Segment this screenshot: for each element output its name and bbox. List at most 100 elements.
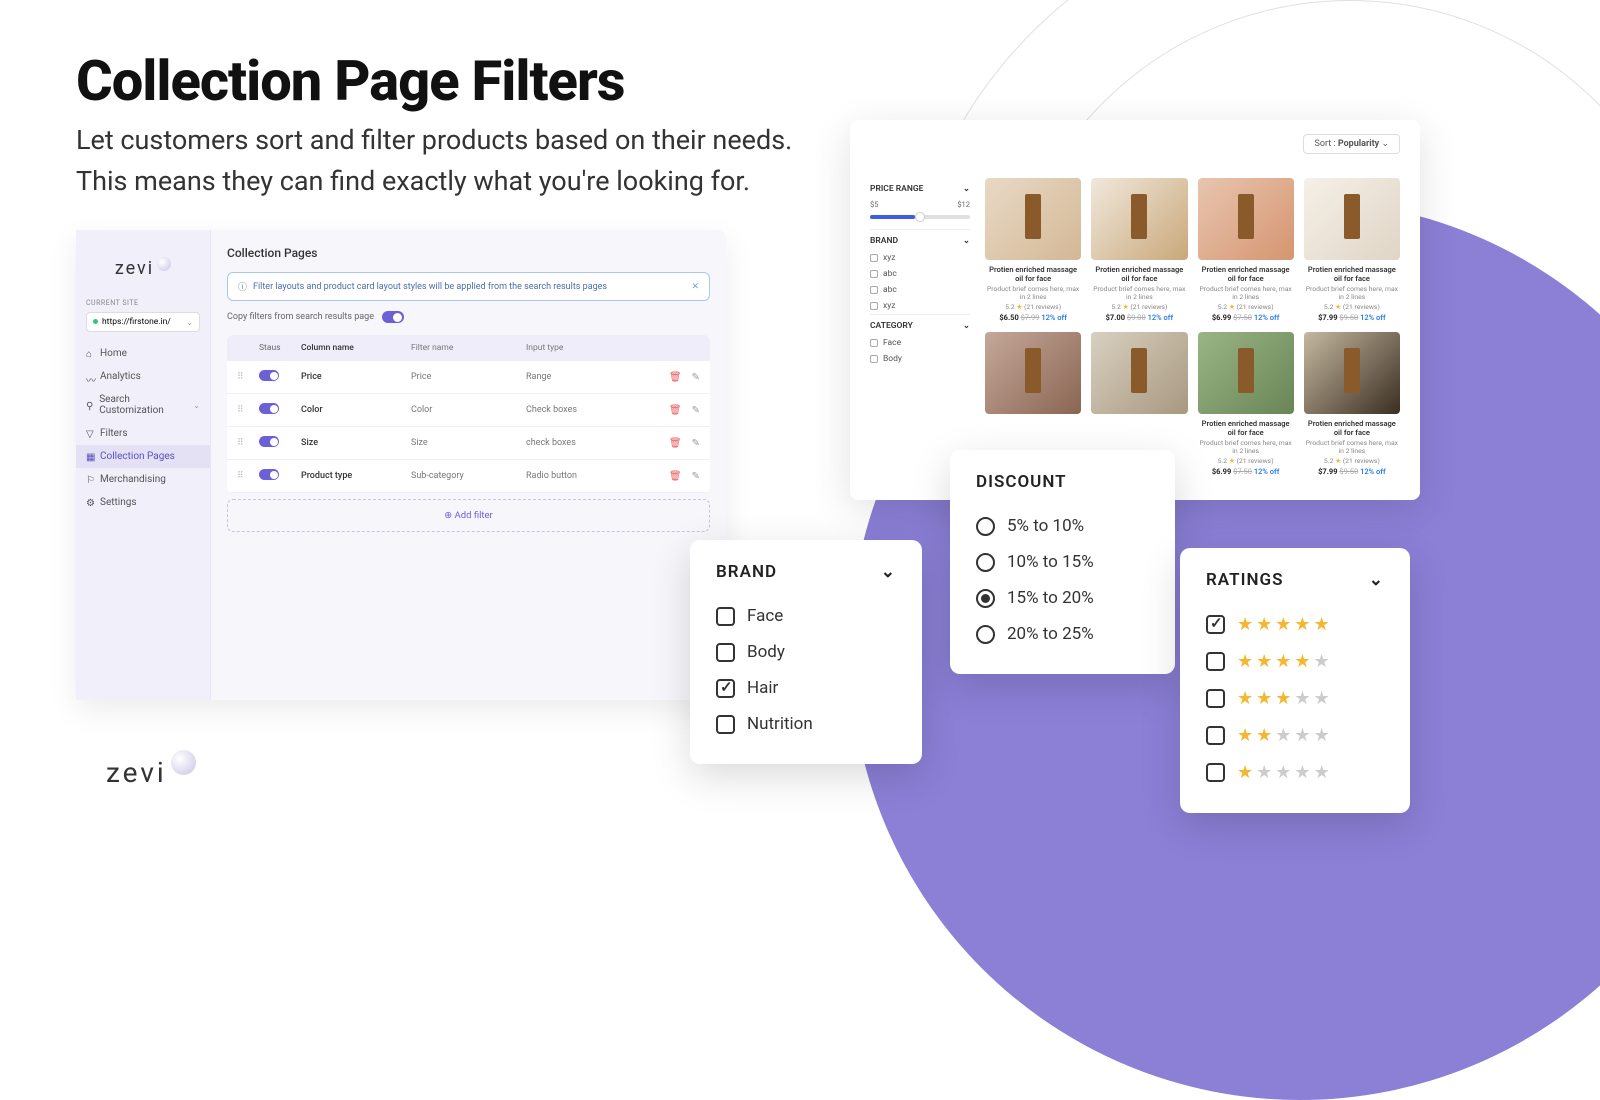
- discount-option[interactable]: 10% to 15%: [976, 544, 1149, 580]
- product-rating: 5.2 ★ (21 reviews): [1304, 303, 1400, 311]
- rating-option[interactable]: ★★★★★: [1206, 606, 1384, 643]
- table-row: ⠿ Color Color Check boxes 🗑 ✎: [227, 394, 710, 427]
- row-toggle[interactable]: [259, 469, 279, 480]
- nav-settings[interactable]: ⚙Settings: [76, 491, 210, 514]
- chart-icon: 〰: [86, 372, 95, 381]
- checkbox-icon: [716, 643, 735, 662]
- facet-brand[interactable]: BRAND⌄: [870, 229, 970, 250]
- product-card[interactable]: Protien enriched massage oil for face Pr…: [985, 178, 1081, 322]
- product-image: [1091, 178, 1187, 260]
- row-toggle[interactable]: [259, 403, 279, 414]
- facet-option[interactable]: abc: [870, 282, 970, 298]
- checkbox-icon: [716, 607, 735, 626]
- table-header: Staus Column name Filter name Input type: [227, 335, 710, 361]
- chevron-down-icon: ⌄: [186, 318, 193, 327]
- product-image: [985, 332, 1081, 414]
- admin-sidebar: zevi CURRENT SITE https://firstone.in/ ⌄…: [76, 230, 211, 700]
- star-icon: ★: [1335, 457, 1341, 465]
- nav-home[interactable]: ⌂Home: [76, 342, 210, 365]
- site-selector[interactable]: https://firstone.in/ ⌄: [86, 312, 200, 332]
- product-card[interactable]: Protien enriched massage oil for face Pr…: [1304, 332, 1400, 476]
- product-card[interactable]: Protien enriched massage oil for face Pr…: [1091, 178, 1187, 322]
- search-icon: ⚲: [86, 401, 94, 410]
- rating-option[interactable]: ★★★★★: [1206, 680, 1384, 717]
- edit-icon[interactable]: ✎: [692, 471, 700, 482]
- delete-icon[interactable]: 🗑: [669, 372, 682, 383]
- row-toggle[interactable]: [259, 370, 279, 381]
- product-card[interactable]: Protien enriched massage oil for face Pr…: [1198, 178, 1294, 322]
- facet-option[interactable]: xyz: [870, 250, 970, 266]
- checkbox-icon: [870, 270, 878, 278]
- nav-merchandising[interactable]: ⚐Merchandising: [76, 468, 210, 491]
- drag-handle-icon[interactable]: ⠿: [237, 438, 259, 448]
- gear-icon: ⚙: [86, 498, 95, 507]
- nav-collection-pages[interactable]: ▦Collection Pages: [76, 445, 210, 468]
- product-card[interactable]: Protien enriched massage oil for face Pr…: [1198, 332, 1294, 476]
- facet-option[interactable]: Face: [870, 335, 970, 351]
- drag-handle-icon[interactable]: ⠿: [237, 405, 259, 415]
- product-desc: Product brief comes here, max in 2 lines: [1198, 439, 1294, 455]
- facet-option[interactable]: xyz: [870, 298, 970, 314]
- logo-icon: [171, 750, 196, 775]
- merchandising-icon: ⚐: [86, 475, 95, 484]
- brand-option[interactable]: Body: [716, 634, 896, 670]
- radio-icon: [976, 625, 995, 644]
- delete-icon[interactable]: 🗑: [669, 405, 682, 416]
- checkbox-icon: [1206, 726, 1225, 745]
- discount-option[interactable]: 20% to 25%: [976, 616, 1149, 652]
- delete-icon[interactable]: 🗑: [669, 438, 682, 449]
- copy-filters-toggle[interactable]: [382, 311, 404, 323]
- brand-option[interactable]: Hair: [716, 670, 896, 706]
- collection-icon: ▦: [86, 452, 95, 461]
- add-filter-button[interactable]: ⊕ Add filter: [227, 499, 710, 532]
- edit-icon[interactable]: ✎: [692, 438, 700, 449]
- facet-option[interactable]: abc: [870, 266, 970, 282]
- facets-sidebar: PRICE RANGE⌄ $5$12 BRAND⌄ xyzabcabcxyz C…: [870, 178, 970, 476]
- star-rating: ★★★★★: [1237, 762, 1333, 783]
- column-name: Color: [301, 405, 411, 415]
- admin-page-title: Collection Pages: [227, 246, 710, 260]
- star-icon: ★: [1335, 303, 1341, 311]
- price-slider[interactable]: [870, 215, 970, 219]
- product-desc: Product brief comes here, max in 2 lines: [1091, 285, 1187, 301]
- discount-option[interactable]: 15% to 20%: [976, 580, 1149, 616]
- nav-filters[interactable]: ▽Filters: [76, 422, 210, 445]
- product-title: Protien enriched massage oil for face: [985, 265, 1081, 283]
- rating-option[interactable]: ★★★★★: [1206, 754, 1384, 791]
- close-icon[interactable]: ✕: [691, 282, 699, 292]
- status-dot-icon: [93, 319, 98, 324]
- product-title: Protien enriched massage oil for face: [1198, 419, 1294, 437]
- rating-option[interactable]: ★★★★★: [1206, 643, 1384, 680]
- checkbox-icon: [1206, 615, 1225, 634]
- chevron-down-icon[interactable]: ⌄: [881, 562, 896, 582]
- chevron-down-icon: ⌄: [963, 321, 970, 331]
- drag-handle-icon[interactable]: ⠿: [237, 372, 259, 382]
- home-icon: ⌂: [86, 349, 95, 358]
- filters-table: Staus Column name Filter name Input type…: [227, 335, 710, 493]
- delete-icon[interactable]: 🗑: [669, 471, 682, 482]
- product-rating: 5.2 ★ (21 reviews): [985, 303, 1081, 311]
- checkbox-icon: [870, 302, 878, 310]
- product-card[interactable]: Protien enriched massage oil for face Pr…: [1304, 178, 1400, 322]
- row-toggle[interactable]: [259, 436, 279, 447]
- table-row: ⠿ Product type Sub-category Radio button…: [227, 460, 710, 493]
- product-image: [1198, 332, 1294, 414]
- chevron-down-icon[interactable]: ⌄: [1369, 570, 1384, 590]
- nav-analytics[interactable]: 〰Analytics: [76, 365, 210, 388]
- facet-option[interactable]: Body: [870, 351, 970, 367]
- rating-option[interactable]: ★★★★★: [1206, 717, 1384, 754]
- discount-option[interactable]: 5% to 10%: [976, 508, 1149, 544]
- nav-search-customization[interactable]: ⚲Search Customization⌄: [76, 388, 210, 422]
- sort-button[interactable]: Sort : Popularity ⌄: [1303, 134, 1400, 154]
- checkbox-icon: [1206, 763, 1225, 782]
- drag-handle-icon[interactable]: ⠿: [237, 471, 259, 481]
- filter-icon: ▽: [86, 429, 95, 438]
- facet-category[interactable]: CATEGORY⌄: [870, 314, 970, 335]
- checkbox-icon: [716, 679, 735, 698]
- filter-name: Price: [411, 372, 526, 382]
- facet-price-range[interactable]: PRICE RANGE⌄: [870, 178, 970, 198]
- brand-option[interactable]: Nutrition: [716, 706, 896, 742]
- edit-icon[interactable]: ✎: [692, 405, 700, 416]
- edit-icon[interactable]: ✎: [692, 372, 700, 383]
- brand-option[interactable]: Face: [716, 598, 896, 634]
